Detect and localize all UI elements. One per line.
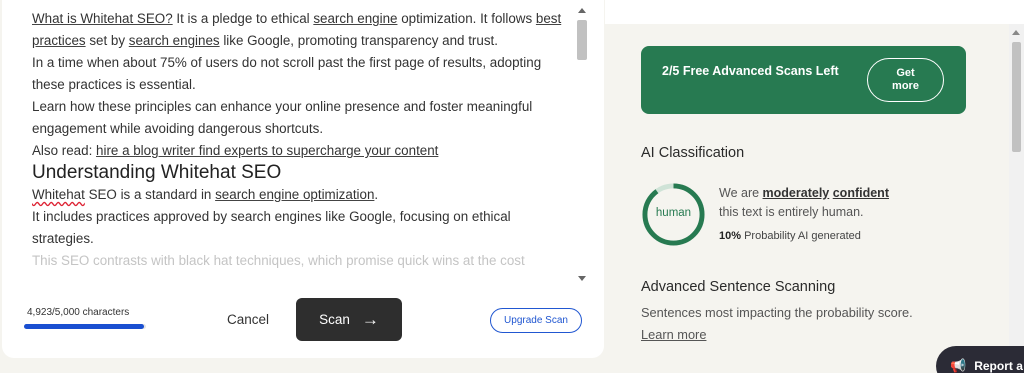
- top-header-strip: [605, 0, 1024, 24]
- cancel-button[interactable]: Cancel: [213, 305, 283, 333]
- get-more-button[interactable]: Get more: [867, 58, 944, 102]
- link-search-engine-optimization[interactable]: search engine optimization: [215, 187, 374, 202]
- upgrade-scan-button[interactable]: Upgrade Scan: [490, 308, 582, 333]
- page-scroll-thumb[interactable]: [1012, 42, 1021, 152]
- page-scrollbar[interactable]: [1009, 24, 1024, 373]
- paragraph-learn: Learn how these principles can enhance y…: [32, 99, 533, 136]
- confidence-statement: We are moderately confident: [719, 186, 889, 200]
- ring-label: human: [655, 207, 692, 219]
- classification-result: this text is entirely human.: [719, 205, 864, 219]
- editor-scrollbar[interactable]: [575, 2, 589, 285]
- megaphone-icon: 📢: [950, 358, 967, 373]
- link-search-engine[interactable]: search engine: [313, 11, 397, 26]
- paragraph-practices: It includes practices approved by search…: [32, 209, 511, 246]
- arrow-right-icon: →: [361, 310, 379, 329]
- advanced-scanning-title: Advanced Sentence Scanning: [641, 279, 836, 295]
- scroll-thumb[interactable]: [577, 20, 587, 60]
- spellcheck-word: Whitehat: [32, 187, 85, 202]
- character-progress-fill: [24, 324, 145, 329]
- scroll-down-icon[interactable]: [578, 276, 586, 281]
- scan-button-label: Scan: [319, 312, 350, 327]
- report-button[interactable]: 📢 Report a: [936, 346, 1024, 373]
- paragraph-also-read: Also read: hire a blog writer find exper…: [32, 143, 439, 158]
- link-confident[interactable]: confident: [833, 186, 889, 200]
- advanced-scanning-subtext: Sentences most impacting the probability…: [641, 305, 913, 320]
- link-hire-blog-writer[interactable]: hire a blog writer find experts to super…: [96, 143, 438, 158]
- link-moderately[interactable]: moderately: [763, 186, 830, 200]
- ai-classification-title: AI Classification: [641, 145, 745, 161]
- link-what-is-whitehat[interactable]: What is Whitehat SEO?: [32, 11, 173, 26]
- paragraph-intro: What is Whitehat SEO? It is a pledge to …: [32, 11, 562, 48]
- ai-probability: 10% Probability AI generated: [719, 230, 861, 242]
- editor-text-area[interactable]: What is Whitehat SEO? It is a pledge to …: [32, 8, 562, 288]
- paragraph-standard: Whitehat SEO is a standard in search eng…: [32, 187, 379, 202]
- character-progress-bar: [24, 324, 146, 329]
- report-label: Report a: [974, 359, 1023, 373]
- learn-more-link[interactable]: Learn more: [641, 327, 706, 342]
- link-search-engines[interactable]: search engines: [129, 33, 220, 48]
- character-count: 4,923/5,000 characters: [27, 307, 130, 318]
- free-scans-banner: 2/5 Free Advanced Scans Left Get more: [641, 46, 966, 114]
- paragraph-stat: In a time when about 75% of users do not…: [32, 55, 542, 92]
- page-scroll-up-icon[interactable]: [1012, 30, 1020, 35]
- scan-button[interactable]: Scan →: [296, 298, 402, 341]
- scroll-up-icon[interactable]: [578, 8, 586, 13]
- editor-heading: Understanding Whitehat SEO: [32, 162, 282, 183]
- free-scans-text: 2/5 Free Advanced Scans Left: [662, 64, 839, 78]
- paragraph-faded: This SEO contrasts with black hat techni…: [32, 253, 525, 268]
